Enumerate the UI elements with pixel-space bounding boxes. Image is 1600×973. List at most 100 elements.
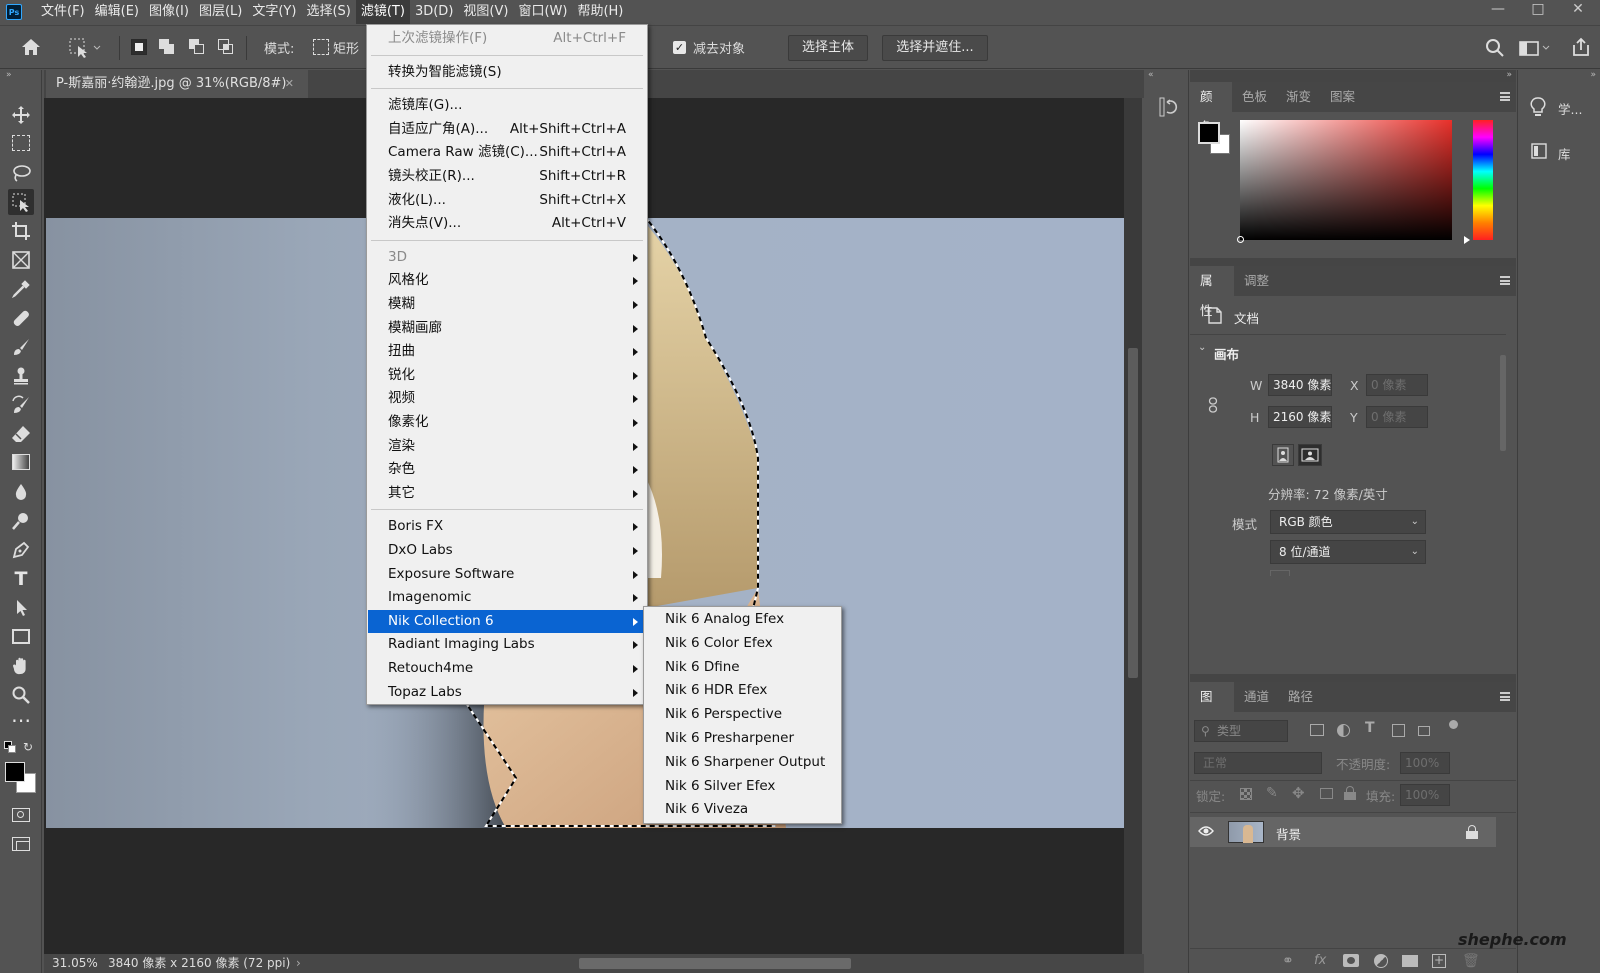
filter-menu-item[interactable]: 杂色 [368, 458, 646, 481]
collapse-panels-icon[interactable]: » [1506, 70, 1512, 80]
tab-layers[interactable]: 图层 [1190, 682, 1234, 734]
fill-field[interactable]: 100% [1400, 784, 1450, 806]
collapse-dock-icon[interactable]: » [1590, 70, 1596, 80]
properties-scrollbar[interactable] [1498, 341, 1508, 581]
brush-tool-icon[interactable] [8, 334, 34, 360]
menu-item[interactable]: 视图(V) [458, 0, 513, 24]
opacity-field[interactable]: 100% [1400, 752, 1450, 774]
tab-patterns[interactable]: 图案 [1320, 82, 1365, 112]
filter-menu-item[interactable]: Topaz Labs [368, 681, 646, 704]
subtract-from-selection-icon[interactable] [189, 39, 205, 55]
filter-menu-item[interactable]: 滤镜库(G)... [368, 94, 646, 117]
horizontal-scrollbar-thumb[interactable] [579, 958, 851, 969]
share-icon[interactable] [1570, 36, 1592, 58]
add-mask-icon[interactable] [1343, 954, 1359, 967]
quick-mask-icon[interactable] [8, 803, 34, 829]
filter-menu-item[interactable]: 自适应广角(A)... Alt+Shift+Ctrl+A [368, 118, 646, 141]
search-icon[interactable] [1485, 38, 1505, 58]
filter-menu-item[interactable]: 模糊 [368, 293, 646, 316]
filter-menu-item[interactable]: Imagenomic [368, 586, 646, 609]
history-brush-tool-icon[interactable] [8, 392, 34, 418]
select-and-mask-button[interactable]: 选择并遮住... [882, 35, 988, 61]
type-tool-icon[interactable]: T [8, 566, 34, 592]
tab-color[interactable]: 颜色 [1190, 82, 1232, 134]
screen-mode-icon[interactable] [8, 832, 34, 858]
filter-shape-layers-icon[interactable] [1392, 724, 1405, 737]
menu-item[interactable]: 文件(F) [36, 0, 90, 24]
link-dimensions-icon[interactable] [1208, 397, 1218, 413]
object-selection-tool-preset-icon[interactable] [66, 36, 102, 60]
lock-transparent-pixels-icon[interactable] [1240, 788, 1252, 800]
minimize-icon[interactable]: — [1478, 0, 1518, 20]
path-selection-tool-icon[interactable] [8, 595, 34, 621]
nik-submenu-item[interactable]: Nik 6 Dfine [645, 656, 841, 680]
collapse-section-icon[interactable]: ⌄ [1198, 342, 1206, 353]
height-field[interactable]: 2160 像素 [1268, 406, 1332, 428]
panel-menu-icon[interactable] [1500, 92, 1510, 101]
visibility-eye-icon[interactable] [1198, 825, 1214, 837]
filter-menu-item[interactable]: 像素化 [368, 411, 646, 434]
panel-menu-icon[interactable] [1500, 692, 1510, 701]
subtract-object-checkbox[interactable]: ✓ [673, 41, 686, 54]
y-field[interactable]: 0 像素 [1366, 406, 1428, 428]
x-field[interactable]: 0 像素 [1366, 374, 1428, 396]
default-colors-icon[interactable] [4, 741, 16, 753]
filter-menu-item[interactable]: 液化(L)... Shift+Ctrl+X [368, 189, 646, 212]
add-to-selection-icon[interactable] [159, 39, 175, 55]
filter-menu-item[interactable]: 锐化 [368, 364, 646, 387]
nik-submenu-item[interactable]: Nik 6 Presharpener [645, 727, 841, 751]
lock-position-icon[interactable]: ✥ [1292, 784, 1305, 802]
blur-tool-icon[interactable] [8, 479, 34, 505]
filter-menu-item[interactable]: Camera Raw 滤镜(C)... Shift+Ctrl+A [368, 141, 646, 164]
bit-depth-select[interactable]: 8 位/通道 ⌄ [1270, 540, 1426, 564]
rectangle-tool-icon[interactable] [8, 624, 34, 650]
nik-submenu-item[interactable]: Nik 6 Silver Efex [645, 775, 841, 799]
scrollbar-thumb[interactable] [1128, 348, 1138, 678]
new-group-icon[interactable] [1402, 955, 1418, 967]
hue-slider-handle-icon[interactable] [1464, 236, 1470, 244]
layer-filter-select[interactable]: ⚲ 类型 [1194, 720, 1288, 742]
maximize-icon[interactable]: □ [1518, 0, 1558, 20]
color-field[interactable] [1237, 120, 1452, 243]
learn-panel-button[interactable]: 学... [1528, 95, 1598, 121]
menu-item[interactable]: 图像(I) [144, 0, 194, 24]
layer-row[interactable]: 背景 [1190, 817, 1496, 847]
pen-tool-icon[interactable] [8, 537, 34, 563]
blend-mode-select[interactable]: 正常 [1194, 752, 1322, 774]
filter-pixel-layers-icon[interactable] [1310, 724, 1324, 736]
status-arrow-icon[interactable]: › [296, 954, 301, 973]
tab-paths[interactable]: 路径 [1278, 682, 1323, 712]
healing-brush-tool-icon[interactable] [8, 305, 34, 331]
filter-menu-item[interactable]: Boris FX [368, 515, 646, 538]
hue-slider[interactable] [1473, 120, 1493, 240]
filter-menu-item[interactable]: Exposure Software [368, 563, 646, 586]
zoom-level[interactable]: 31.05% [52, 954, 98, 973]
filter-menu-item[interactable]: 扭曲 [368, 340, 646, 363]
hand-tool-icon[interactable] [8, 653, 34, 679]
filter-menu-item[interactable]: 镜头校正(R)... Shift+Ctrl+R [368, 165, 646, 188]
eraser-tool-icon[interactable] [8, 421, 34, 447]
menu-item[interactable]: 选择(S) [301, 0, 355, 24]
portrait-orientation-icon[interactable] [1272, 444, 1294, 466]
prevent-auto-nesting-icon[interactable] [1320, 788, 1333, 799]
foreground-color-chip[interactable] [1198, 122, 1220, 144]
crop-tool-icon[interactable] [8, 218, 34, 244]
filter-menu-item[interactable]: 渲染 [368, 435, 646, 458]
filter-menu-item[interactable]: Nik Collection 6 [368, 609, 646, 633]
menu-item[interactable]: 窗口(W) [513, 0, 572, 24]
link-layers-icon[interactable]: ⚭ [1282, 953, 1294, 969]
filter-menu-item[interactable]: 其它 [368, 482, 646, 505]
filter-adjustment-layers-icon[interactable] [1337, 724, 1350, 737]
eyedropper-tool-icon[interactable] [8, 276, 34, 302]
zoom-tool-icon[interactable] [8, 682, 34, 708]
frame-tool-icon[interactable] [8, 247, 34, 273]
nik-submenu-item[interactable]: Nik 6 Viveza [645, 798, 841, 822]
nik-submenu-item[interactable]: Nik 6 Color Efex [645, 632, 841, 656]
menu-item[interactable]: 图层(L) [194, 0, 247, 24]
close-tab-icon[interactable]: ✕ [285, 70, 294, 98]
new-adjustment-layer-icon[interactable] [1374, 954, 1388, 968]
nik-submenu-item[interactable]: Nik 6 Perspective [645, 703, 841, 727]
dodge-tool-icon[interactable] [8, 508, 34, 534]
filter-menu-item[interactable]: Retouch4me [368, 657, 646, 680]
menu-item[interactable]: 滤镜(T) [355, 0, 410, 24]
